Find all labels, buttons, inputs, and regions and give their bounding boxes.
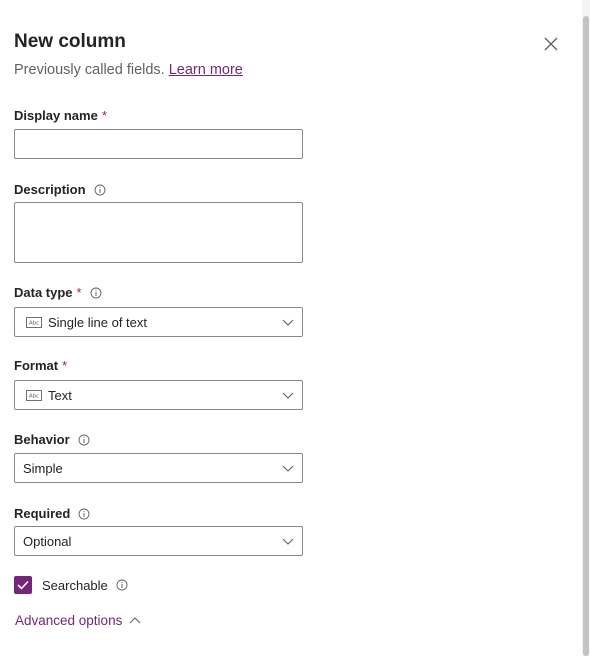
display-name-label-text: Display name	[14, 108, 98, 123]
searchable-checkbox[interactable]	[14, 576, 32, 594]
close-icon	[544, 37, 558, 51]
format-value: Text	[48, 387, 72, 403]
text-field-icon: Abc	[26, 389, 42, 401]
required-label-text: Required	[14, 506, 71, 521]
chevron-down-icon	[282, 317, 294, 327]
subtitle-text: Previously called fields.	[14, 62, 165, 78]
new-column-panel: New column Previously called fields. Lear…	[0, 0, 590, 656]
text-field-icon: Abc	[26, 316, 42, 328]
format-label-text: Format	[14, 358, 59, 373]
required-dropdown[interactable]: Optional	[14, 526, 303, 556]
data-type-label: Data type *	[14, 285, 102, 300]
description-label: Description	[14, 182, 106, 197]
required-asterisk: *	[101, 108, 107, 123]
panel-title: New column	[14, 31, 126, 52]
advanced-options-toggle[interactable]: Advanced options	[15, 613, 141, 628]
behavior-label: Behavior	[14, 432, 90, 447]
info-icon[interactable]	[94, 184, 106, 196]
format-dropdown[interactable]: Abc Text	[14, 380, 303, 410]
data-type-value: Single line of text	[48, 314, 148, 330]
chevron-up-icon	[129, 616, 141, 626]
learn-more-link[interactable]: Learn more	[169, 62, 243, 78]
searchable-row: Searchable	[14, 576, 128, 594]
checkmark-icon	[17, 580, 29, 590]
format-label: Format *	[14, 358, 67, 373]
advanced-options-label: Advanced options	[15, 613, 123, 628]
required-asterisk: *	[76, 285, 82, 300]
behavior-label-text: Behavior	[14, 432, 70, 447]
svg-text:Abc: Abc	[29, 393, 39, 399]
close-button[interactable]	[541, 34, 561, 54]
display-name-label: Display name *	[14, 108, 107, 123]
required-value: Optional	[23, 533, 72, 549]
behavior-dropdown[interactable]: Simple	[14, 453, 303, 483]
data-type-dropdown[interactable]: Abc Single line of text	[14, 307, 303, 337]
chevron-down-icon	[282, 390, 294, 400]
required-label: Required	[14, 506, 90, 521]
data-type-label-text: Data type	[14, 285, 73, 300]
description-label-text: Description	[14, 182, 86, 197]
svg-text:Abc: Abc	[29, 320, 39, 326]
info-icon[interactable]	[116, 579, 128, 591]
chevron-down-icon	[282, 463, 294, 473]
scrollbar-thumb[interactable]	[583, 16, 589, 656]
required-asterisk: *	[62, 358, 68, 373]
info-icon[interactable]	[78, 434, 90, 446]
scrollbar-track[interactable]	[582, 0, 590, 656]
behavior-value: Simple	[23, 460, 63, 476]
searchable-label: Searchable	[42, 577, 108, 593]
chevron-down-icon	[282, 536, 294, 546]
description-textarea[interactable]	[14, 202, 303, 263]
display-name-input[interactable]	[14, 129, 303, 159]
info-icon[interactable]	[90, 287, 102, 299]
info-icon[interactable]	[78, 508, 90, 520]
panel-subtitle: Previously called fields. Learn more	[14, 62, 243, 78]
